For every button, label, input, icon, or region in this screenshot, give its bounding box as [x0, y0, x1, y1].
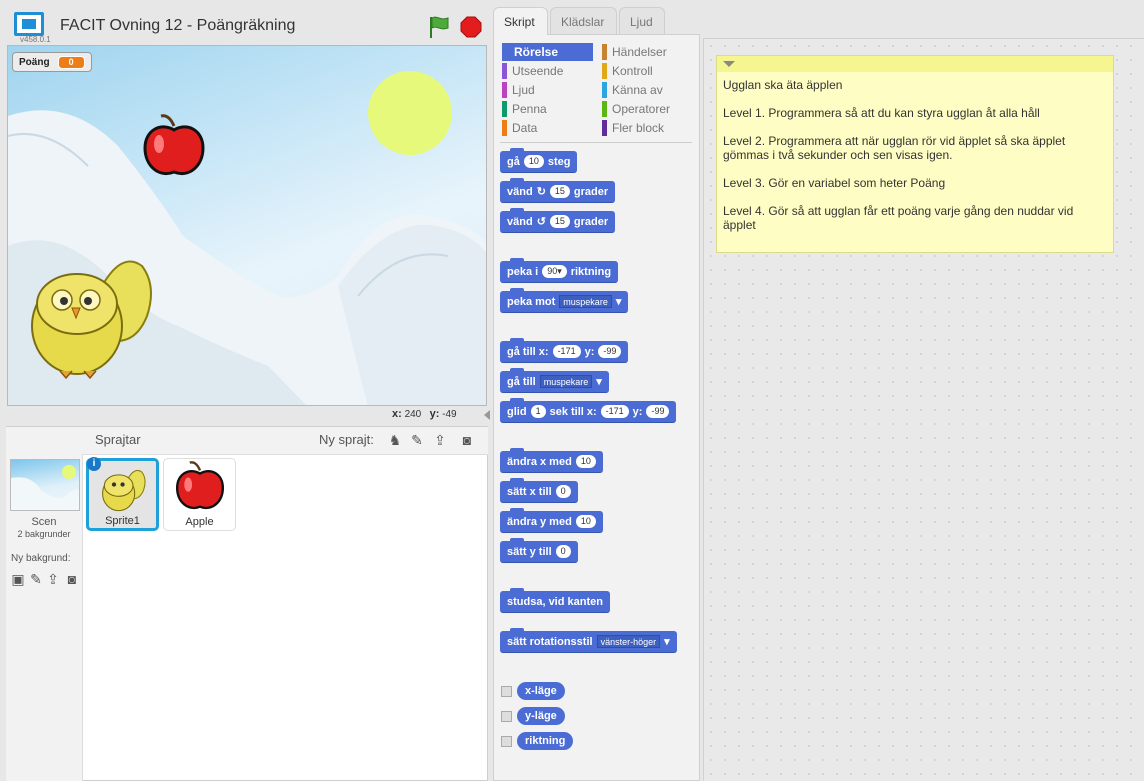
version-label: v458.0.1 [20, 35, 51, 44]
y-coord-value: -49 [442, 409, 457, 420]
scene-name: Scen [31, 516, 57, 528]
upload-sprite-icon[interactable]: ⇪ [431, 431, 449, 449]
tab-scripts[interactable]: Skript [493, 7, 548, 35]
project-note[interactable]: Ugglan ska äta äpplen Level 1. Programme… [716, 55, 1114, 253]
turn-clockwise-icon: ↻ [536, 186, 546, 198]
x-coord-value: 240 [404, 409, 422, 420]
category-list-right: Händelser Kontroll Känna av Operatorer F… [602, 43, 693, 137]
variable-monitor-value: 0 [57, 55, 85, 69]
note-header[interactable] [717, 56, 1113, 72]
reporter-x-position[interactable]: x-läge [517, 682, 565, 700]
choose-sprite-from-library-icon[interactable]: ♞ [386, 431, 404, 449]
block-goto-xy[interactable]: gå till x: -171 y: -99 [500, 338, 629, 363]
stop-sign-icon[interactable] [460, 16, 482, 38]
block-set-y[interactable]: sätt y till 0 [500, 538, 578, 563]
block-move-steps[interactable]: gå 10 steg [500, 148, 578, 173]
apple-thumbnail [175, 461, 225, 510]
variable-monitor[interactable]: Poäng 0 [12, 52, 92, 72]
paint-new-sprite-icon[interactable]: ✎ [408, 431, 426, 449]
reporter-direction[interactable]: riktning [517, 732, 574, 750]
block-set-rotation-style[interactable]: sätt rotationsstil vänster-höger ▾ [500, 628, 677, 653]
block-change-x[interactable]: ändra x med 10 [500, 448, 603, 473]
category-looks[interactable]: Utseende [502, 62, 593, 80]
tab-costumes[interactable]: Klädslar [550, 7, 617, 34]
x-coord-label: x: [392, 408, 402, 420]
sprite-info-icon[interactable]: i [87, 457, 101, 471]
block-turn-left[interactable]: vänd ↺ 15 grader [500, 208, 616, 233]
paint-backdrop-icon[interactable]: ✎ [27, 570, 45, 588]
block-goto[interactable]: gå till muspekare ▾ [500, 368, 609, 393]
category-motion[interactable]: Rörelse [502, 43, 593, 61]
fullscreen-toggle-icon[interactable] [14, 12, 44, 36]
category-control[interactable]: Kontroll [602, 62, 693, 80]
turn-counterclockwise-icon: ↺ [536, 216, 546, 228]
new-backdrop-label: Ny bakgrund: [11, 553, 71, 564]
choose-backdrop-icon[interactable]: ▣ [9, 570, 27, 588]
block-change-y[interactable]: ändra y med 10 [500, 508, 603, 533]
block-point-in-direction[interactable]: peka i 90▾ riktning [500, 258, 619, 283]
sprites-heading: Sprajtar [95, 432, 141, 447]
category-data[interactable]: Data [502, 119, 593, 137]
stage-thumbnail[interactable] [10, 459, 80, 511]
collapse-note-icon[interactable] [723, 61, 735, 67]
stage[interactable] [7, 45, 487, 406]
mouse-coordinates: x: 240 y: -49 [392, 408, 457, 420]
block-set-x[interactable]: sätt x till 0 [500, 478, 578, 503]
stage-thumbnail-image [11, 465, 79, 510]
variable-monitor-label: Poäng [19, 56, 50, 68]
category-operators[interactable]: Operatorer [602, 100, 693, 118]
note-text[interactable]: Ugglan ska äta äpplen Level 1. Programme… [717, 72, 1113, 232]
tab-sounds[interactable]: Ljud [619, 7, 665, 34]
category-pen[interactable]: Penna [502, 100, 593, 118]
reporter-y-position[interactable]: y-läge [517, 707, 565, 725]
sprite-tile-label: Sprite1 [105, 515, 140, 527]
block-glide[interactable]: glid 1 sek till x: -171 y: -99 [500, 398, 677, 423]
category-events[interactable]: Händelser [602, 43, 693, 61]
sprite-tile-label: Apple [185, 516, 214, 528]
category-list-left: Rörelse Utseende Ljud Penna Data [502, 43, 593, 137]
scene-backdrop-count: 2 bakgrunder [17, 529, 71, 539]
green-flag-icon[interactable] [428, 15, 450, 39]
sprite1-thumbnail [102, 469, 146, 512]
category-sensing[interactable]: Känna av [602, 81, 693, 99]
y-position-checkbox[interactable] [501, 711, 512, 722]
owl-sprite[interactable] [22, 246, 162, 381]
x-position-checkbox[interactable] [501, 686, 512, 697]
upload-backdrop-icon[interactable]: ⇪ [44, 570, 62, 588]
camera-sprite-icon[interactable]: ◙ [458, 431, 476, 449]
new-sprite-label: Ny sprajt: [319, 432, 374, 447]
block-bounce-on-edge[interactable]: studsa, vid kanten [500, 588, 610, 613]
sprite-pane-header [82, 427, 488, 455]
direction-checkbox[interactable] [501, 736, 512, 747]
category-sound[interactable]: Ljud [502, 81, 593, 99]
collapse-stage-icon[interactable] [484, 410, 490, 420]
apple-sprite[interactable] [141, 114, 207, 180]
y-coord-label: y: [429, 408, 440, 420]
category-more-blocks[interactable]: Fler block [602, 119, 693, 137]
palette-divider [500, 142, 692, 143]
camera-backdrop-icon[interactable]: ◙ [63, 570, 81, 588]
sprite-tile-apple[interactable]: Apple [163, 458, 236, 531]
block-turn-right[interactable]: vänd ↻ 15 grader [500, 178, 616, 203]
block-point-towards[interactable]: peka mot muspekare ▾ [500, 288, 629, 313]
project-title: FACIT Ovning 12 - Poängräkning [60, 17, 296, 34]
